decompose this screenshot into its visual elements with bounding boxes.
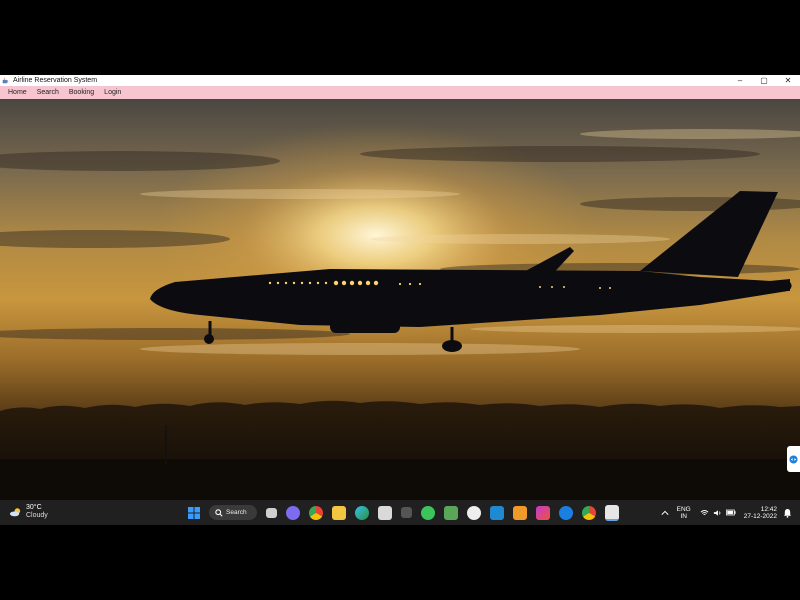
taskbar-search-box[interactable]: Search [209, 505, 257, 520]
cloud-sun-icon [9, 508, 21, 517]
language-line1: ENG [676, 505, 691, 513]
hero-image [0, 99, 800, 500]
app-window: Airline Reservation System – ▢ ✕ Home Se… [0, 75, 800, 500]
close-button[interactable]: ✕ [776, 75, 800, 86]
menu-bar: Home Search Booking Login [0, 86, 800, 99]
clock[interactable]: 12:42 27-12-2022 [744, 506, 777, 520]
chevron-up-icon[interactable] [661, 510, 669, 516]
edge-icon[interactable] [354, 505, 369, 520]
window-title: Airline Reservation System [13, 77, 98, 84]
taskbar: 30°C Cloudy Search ENG IN 12:42 27-12-20… [0, 500, 800, 525]
chrome-icon-2[interactable] [581, 505, 596, 520]
battery-icon[interactable] [725, 509, 736, 516]
windows-logo-icon [187, 506, 200, 519]
minimize-button[interactable]: – [728, 75, 752, 86]
sublime-icon[interactable] [512, 505, 527, 520]
chrome-icon[interactable] [308, 505, 323, 520]
notification-bell-icon[interactable] [783, 508, 792, 518]
app-icon-g[interactable] [400, 507, 412, 518]
store-icon[interactable] [377, 505, 392, 520]
wifi-icon[interactable] [700, 509, 709, 517]
teamviewer-side-tab[interactable] [787, 446, 800, 472]
teamviewer-icon [789, 454, 798, 464]
taskbar-search-label: Search [226, 509, 247, 516]
start-button[interactable] [187, 506, 201, 520]
menu-home[interactable]: Home [8, 89, 27, 96]
notepad-icon[interactable] [443, 505, 458, 520]
system-tray: ENG IN 12:42 27-12-2022 [661, 503, 800, 522]
java-app-icon[interactable] [604, 504, 619, 521]
java-cup-icon [2, 77, 9, 84]
clock-time: 12:42 [760, 505, 777, 513]
menu-booking[interactable]: Booking [69, 89, 94, 96]
title-bar[interactable]: Airline Reservation System – ▢ ✕ [0, 75, 800, 86]
language-line2: IN [680, 512, 687, 520]
weather-condition: Cloudy [26, 512, 48, 519]
language-indicator[interactable]: ENG IN [677, 506, 691, 520]
file-explorer-icon[interactable] [331, 505, 346, 520]
weather-widget[interactable]: 30°C Cloudy [9, 504, 48, 520]
media-icon[interactable] [466, 505, 481, 520]
weather-temperature: 30°C [26, 504, 42, 511]
intellij-icon[interactable] [535, 505, 550, 520]
menu-login[interactable]: Login [104, 89, 121, 96]
clock-date: 27-12-2022 [743, 512, 777, 520]
search-icon [215, 508, 223, 517]
menu-search[interactable]: Search [37, 89, 59, 96]
taskbar-apps: Search [182, 503, 623, 522]
maximize-button[interactable]: ▢ [752, 75, 776, 86]
teamviewer-taskbar-icon[interactable] [558, 505, 573, 520]
chat-icon[interactable] [285, 505, 300, 520]
task-view-icon[interactable] [265, 507, 277, 518]
vscode-icon[interactable] [489, 505, 504, 520]
volume-icon[interactable] [713, 509, 722, 517]
whatsapp-icon[interactable] [420, 505, 435, 520]
airplane-sunset-photo [0, 99, 800, 500]
